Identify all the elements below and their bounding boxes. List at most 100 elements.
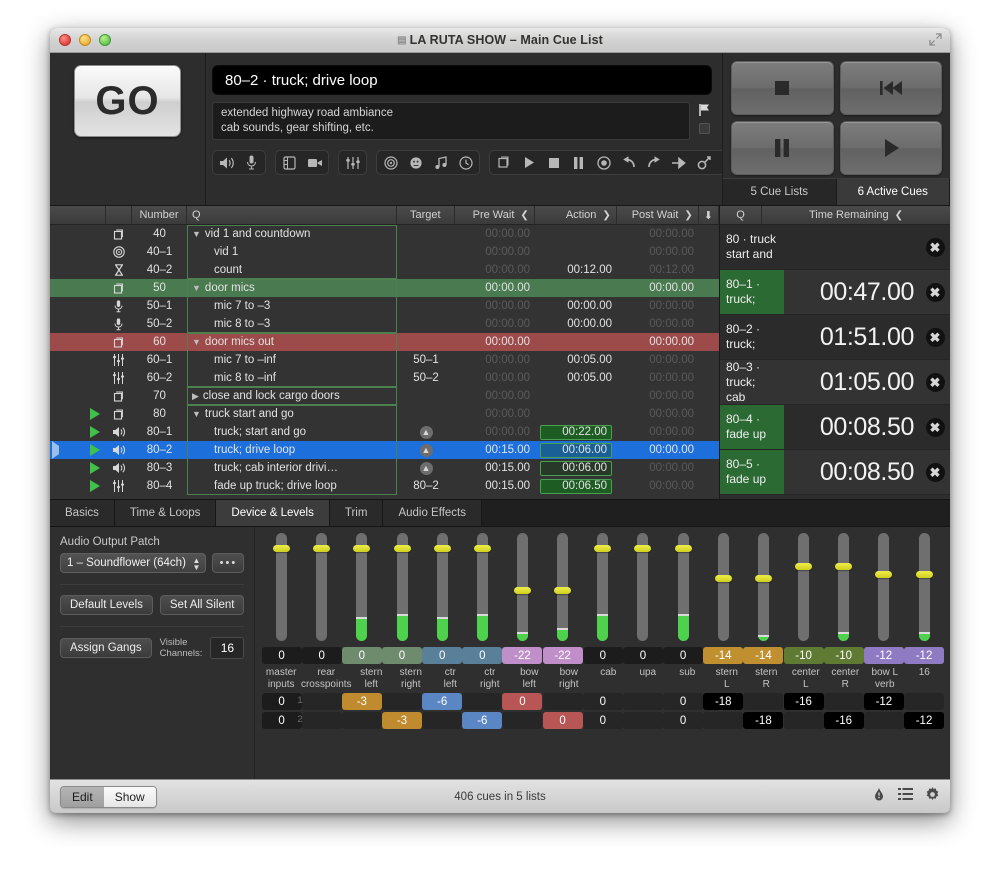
fader-track[interactable]	[276, 533, 287, 641]
target-cue-icon[interactable]	[382, 155, 399, 171]
cue-name-cell[interactable]: mic 7 to –3	[187, 297, 397, 315]
action-time-cell[interactable]: 00:06.00	[540, 443, 612, 458]
fader-track[interactable]	[557, 533, 568, 641]
crosspoint-cell[interactable]: -3	[342, 693, 382, 710]
target-cell[interactable]	[397, 243, 455, 261]
table-row[interactable]: 80–4fade up truck; drive loop80–200:15.0…	[50, 477, 719, 495]
list-item[interactable]: 80–1 ·truck;00:47.00✖	[720, 270, 950, 315]
close-icon[interactable]: ✖	[926, 373, 945, 392]
cue-number-cell[interactable]: 80–3	[132, 459, 187, 477]
action-time-cell[interactable]: 00:22.00	[540, 425, 612, 440]
fader-track[interactable]	[517, 533, 528, 641]
postwait-cell[interactable]: 00:00.00	[617, 441, 699, 459]
cue-name-cell[interactable]: count	[187, 261, 397, 279]
cue-number-cell[interactable]: 80–1	[132, 423, 187, 441]
expand-icon[interactable]	[929, 33, 942, 46]
crosspoint-cell[interactable]	[342, 712, 382, 729]
target-cell[interactable]: ▲	[397, 459, 455, 477]
action-time-cell[interactable]	[535, 405, 617, 423]
load-cue-icon[interactable]	[595, 155, 612, 171]
mic-cue-icon[interactable]	[243, 155, 260, 171]
level-value-bow-l-verb[interactable]: -12	[864, 647, 904, 664]
tab-audio-effects[interactable]: Audio Effects	[383, 500, 482, 526]
postwait-cell[interactable]: 00:00.00	[617, 243, 699, 261]
warning-icon[interactable]	[872, 787, 886, 807]
crosspoint-cell[interactable]	[703, 712, 743, 729]
target-cell[interactable]	[397, 261, 455, 279]
fader-track[interactable]	[356, 533, 367, 641]
camera-cue-icon[interactable]	[306, 155, 323, 171]
close-icon[interactable]: ✖	[926, 463, 945, 482]
fader-knob[interactable]	[313, 545, 330, 552]
cue-name-cell[interactable]: ▼door mics out	[187, 333, 397, 351]
target-cell[interactable]	[397, 333, 455, 351]
tab-basics[interactable]: Basics	[50, 500, 115, 526]
fader-track[interactable]	[397, 533, 408, 641]
crosspoint-cell[interactable]: 0	[663, 693, 703, 710]
table-row[interactable]: 40▼vid 1 and countdown00:00.0000:00.00	[50, 225, 719, 243]
level-value-upa[interactable]: 0	[623, 647, 663, 664]
level-value-rear[interactable]: 0	[302, 647, 342, 664]
table-row[interactable]: 80–3truck; cab interior drivi…▲00:15.000…	[50, 459, 719, 477]
level-value-stern-left[interactable]: 0	[342, 647, 382, 664]
crosspoint-cell[interactable]: 0	[502, 693, 542, 710]
crosspoint-cell[interactable]: -6	[422, 693, 462, 710]
set-all-silent-button[interactable]: Set All Silent	[160, 595, 245, 615]
header-number[interactable]: Number	[132, 206, 187, 224]
list-item[interactable]: 80 · truckstart and✖	[720, 225, 950, 270]
crosspoint-cell[interactable]: -18	[743, 712, 783, 729]
patch-options-button[interactable]: •••	[212, 553, 244, 573]
cue-number-cell[interactable]: 40–1	[132, 243, 187, 261]
level-value-master[interactable]: 0	[262, 647, 302, 664]
fader-bow-l-verb[interactable]	[864, 533, 904, 645]
crosspoint-cell[interactable]: -16	[824, 712, 864, 729]
fader-track[interactable]	[838, 533, 849, 641]
target-cell[interactable]: 80–2	[397, 477, 455, 495]
header-target[interactable]: Target	[397, 206, 455, 224]
crosspoint-master-value[interactable]: 0	[262, 712, 302, 729]
rewind-button[interactable]	[840, 61, 943, 115]
prewait-cell[interactable]: 00:00.00	[455, 279, 535, 297]
fader-track[interactable]	[477, 533, 488, 641]
cue-number-cell[interactable]: 80–4	[132, 477, 187, 495]
table-row[interactable]: 60▼door mics out00:00.0000:00.00	[50, 333, 719, 351]
postwait-cell[interactable]: 00:00.00	[617, 315, 699, 333]
crosspoint-cell[interactable]	[904, 693, 944, 710]
midi-cue-icon[interactable]	[432, 155, 449, 171]
fader-knob[interactable]	[835, 563, 852, 570]
fader-knob[interactable]	[875, 571, 892, 578]
cue-name-cell[interactable]: ▼truck start and go	[187, 405, 397, 423]
assign-gangs-button[interactable]: Assign Gangs	[60, 638, 152, 658]
crosspoint-cell[interactable]: 0	[583, 693, 623, 710]
fader-knob[interactable]	[675, 545, 692, 552]
light-cue-icon[interactable]	[407, 155, 424, 171]
cue-number-cell[interactable]: 60	[132, 333, 187, 351]
cue-name-cell[interactable]: ▼door mics	[187, 279, 397, 297]
crosspoint-cell[interactable]	[302, 693, 342, 710]
action-time-cell[interactable]: 00:05.00	[535, 351, 617, 369]
fader-knob[interactable]	[715, 575, 732, 582]
fader-knob[interactable]	[273, 545, 290, 552]
postwait-cell[interactable]: 00:00.00	[617, 279, 699, 297]
action-time-cell[interactable]: 00:06.50	[540, 479, 612, 494]
postwait-cell[interactable]: 00:00.00	[617, 333, 699, 351]
fader-bow-right[interactable]	[543, 533, 583, 645]
fader-stern-right[interactable]	[382, 533, 422, 645]
fader-rear[interactable]	[302, 533, 342, 645]
postwait-cell[interactable]: 00:00.00	[617, 459, 699, 477]
table-row[interactable]: 70▶close and lock cargo doors00:00.0000:…	[50, 387, 719, 405]
close-icon[interactable]: ✖	[926, 328, 945, 347]
cue-name-cell[interactable]: vid 1	[187, 243, 397, 261]
list-item[interactable]: 80–4 ·fade up00:08.50✖	[720, 405, 950, 450]
fader-knob[interactable]	[474, 545, 491, 552]
level-value-cab[interactable]: 0	[583, 647, 623, 664]
action-time-cell[interactable]: 00:12.00	[535, 261, 617, 279]
postwait-cell[interactable]: 00:00.00	[617, 297, 699, 315]
prewait-cell[interactable]: 00:15.00	[455, 441, 535, 459]
start-cue-icon[interactable]	[520, 155, 537, 171]
fade-cue-icon[interactable]	[344, 155, 361, 171]
fader-knob[interactable]	[634, 545, 651, 552]
show-mode-button[interactable]: Show	[104, 787, 156, 807]
table-row[interactable]: 80–2truck; drive loop▲00:15.0000:06.0000…	[50, 441, 719, 459]
crosspoint-cell[interactable]	[623, 693, 663, 710]
